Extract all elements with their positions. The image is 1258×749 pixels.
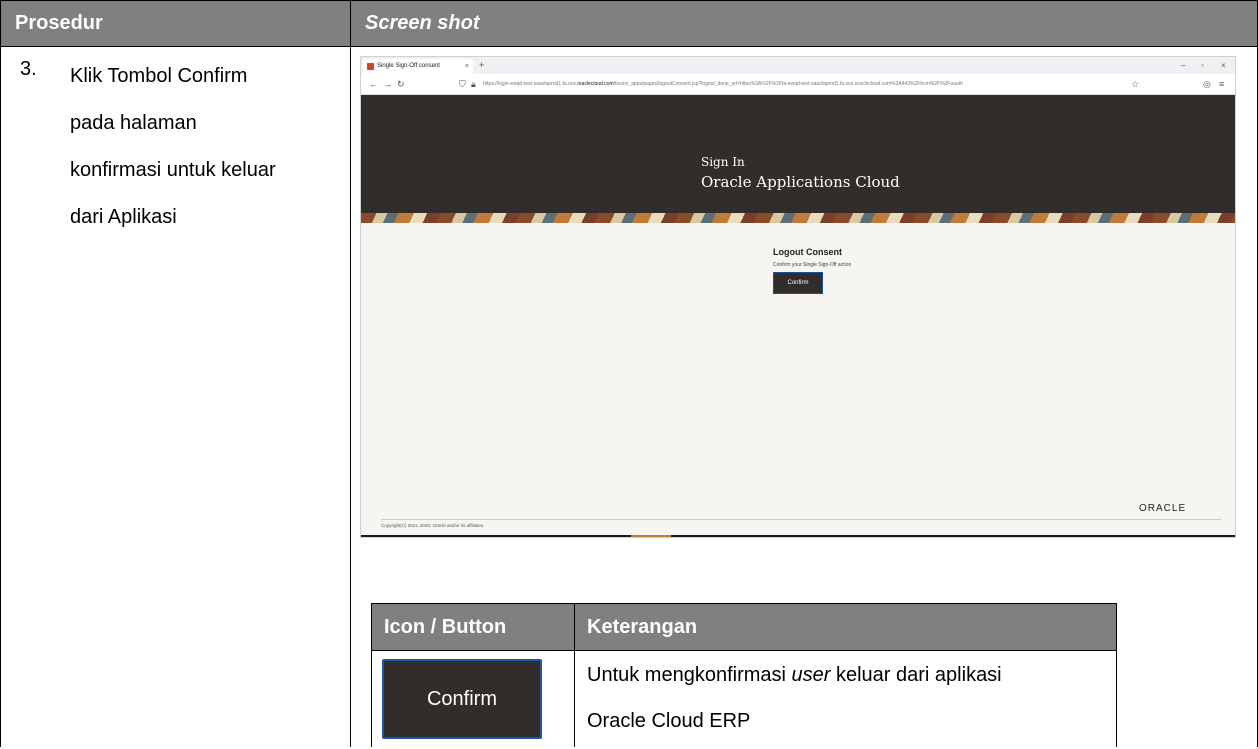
star-icon[interactable]: ☆ — [1131, 74, 1139, 94]
step-line: Klik Tombol Confirm — [70, 65, 248, 87]
desc-italic: user — [791, 664, 831, 686]
back-arrow-icon[interactable]: ← — [369, 74, 378, 94]
step-line: konfirmasi untuk keluar — [70, 159, 276, 181]
pocket-icon[interactable]: ◎ — [1203, 74, 1211, 94]
step-line: pada halaman — [70, 112, 197, 134]
step-line: dari Aplikasi — [70, 206, 177, 228]
url-prefix: https://login-ewqd-test-saasfaprod1.fa.o… — [483, 81, 578, 87]
confirm-button-sample: Confirm — [382, 659, 542, 739]
desc-text: Untuk mengkonfirmasi — [587, 664, 792, 686]
url-field[interactable]: https://login-ewqd-test-saasfaprod1.fa.o… — [483, 74, 1123, 94]
legend-header-icon: Icon / Button — [371, 603, 575, 651]
decorative-pattern — [361, 213, 1235, 223]
header-prosedur: Prosedur — [0, 0, 351, 47]
desc-line-1: Untuk mengkonfirmasi user keluar dari ap… — [587, 657, 1002, 703]
desc-text: keluar dari aplikasi — [830, 664, 1002, 686]
legend-desc-cell: Untuk mengkonfirmasi user keluar dari ap… — [574, 650, 1117, 747]
reload-icon[interactable]: ↻ — [397, 74, 405, 94]
confirm-button[interactable]: Confirm — [773, 272, 823, 294]
step-text: Klik Tombol Confirm pada halaman konfirm… — [70, 58, 340, 246]
menu-icon[interactable]: ≡ — [1219, 74, 1224, 94]
footer-divider — [381, 519, 1221, 520]
header-screenshot: Screen shot — [350, 0, 1258, 47]
lock-icon: 🔒︎ — [471, 79, 476, 89]
url-suffix: /fusion_apps/pages/logoutConsent.jsp?log… — [613, 81, 963, 87]
legend-icon-cell: Confirm — [371, 650, 575, 747]
minimize-icon[interactable]: – — [1181, 57, 1185, 74]
signin-banner: Sign In Oracle Applications Cloud — [361, 95, 1235, 213]
shield-icon: ⛉ — [459, 79, 466, 89]
logout-consent-panel: Logout Consent Confirm your Single Sign-… — [773, 247, 851, 294]
desc-line-2: Oracle Cloud ERP — [587, 710, 751, 732]
close-window-icon[interactable]: × — [1221, 57, 1226, 74]
procedure-table: Prosedur Screen shot 3. Klik Tombol Conf… — [0, 0, 1258, 747]
address-bar: ← → ↻ ⛉ 🔒︎ https://login-ewqd-test-saasf… — [361, 74, 1235, 95]
forward-arrow-icon[interactable]: → — [383, 74, 392, 94]
consent-subtitle: Confirm your Single Sign-Off action — [773, 262, 852, 268]
step-number: 3. — [20, 58, 37, 80]
consent-title: Logout Consent — [773, 247, 842, 257]
browser-tabbar: Single Sign-Off consent × + – ▫ × — [361, 57, 1235, 74]
tab-title: Single Sign-Off consent — [377, 63, 440, 69]
legend-description: Untuk mengkonfirmasi user keluar dari ap… — [587, 657, 1002, 749]
oracle-favicon-icon — [367, 63, 374, 70]
browser-tab[interactable]: Single Sign-Off consent × — [363, 59, 473, 74]
restore-icon[interactable]: ▫ — [1201, 57, 1204, 74]
new-tab-icon[interactable]: + — [479, 57, 484, 74]
oracle-logo: ORACLE — [1139, 503, 1187, 514]
banner-sign-in: Sign In — [701, 155, 745, 169]
bottom-strip-accent — [631, 535, 671, 537]
legend-table: Icon / Button Keterangan Confirm Untuk m… — [371, 603, 1117, 747]
browser-screenshot: Single Sign-Off consent × + – ▫ × ← → ↻ … — [360, 56, 1236, 538]
tab-close-icon[interactable]: × — [465, 59, 469, 74]
bottom-strip — [361, 535, 1235, 537]
banner-app-name: Oracle Applications Cloud — [701, 173, 900, 191]
copyright-text: Copyright(C) 2011, 2020, Oracle and/or i… — [381, 523, 485, 528]
url-domain: oraclecloud.com — [577, 81, 614, 87]
legend-header-desc: Keterangan — [574, 603, 1117, 651]
